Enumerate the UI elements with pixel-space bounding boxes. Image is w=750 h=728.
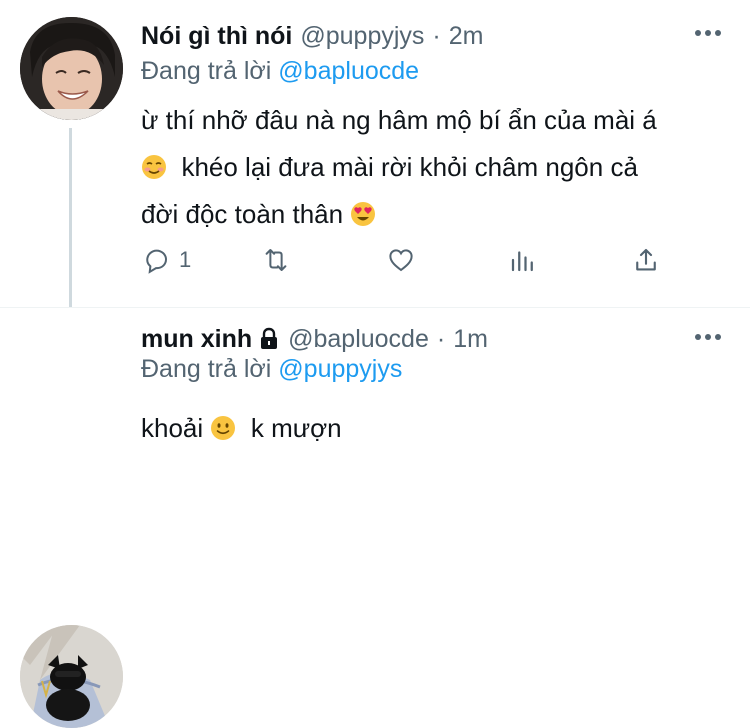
separator-dot: ·: [432, 21, 441, 50]
replying-to: Đang trả lời @bapluocde: [141, 57, 419, 86]
tweet-text: khoải k mượn: [141, 405, 721, 452]
tweet-puppyjys[interactable]: Nói gì thì nói @puppyjys · 2m Đang trả l…: [0, 0, 750, 307]
tweet-text-line-2-text: khéo lại đưa mài rời khỏi châm ngôn cả: [181, 152, 638, 182]
share-button[interactable]: [631, 245, 661, 275]
avatar[interactable]: [20, 625, 123, 728]
user-handle[interactable]: @puppyjys: [300, 22, 424, 51]
user-handle[interactable]: @bapluocde: [288, 325, 429, 354]
heart-eyes-emoji-icon: [351, 202, 376, 226]
like-button[interactable]: [386, 245, 416, 275]
avatar-photo: [20, 17, 123, 120]
like-icon: [389, 249, 413, 272]
retweet-icon: [265, 249, 287, 271]
smiling-face-emoji-icon: [142, 155, 166, 179]
replying-to-label: Đang trả lời: [141, 57, 272, 85]
tweet-header: mun xinh @bapluocde · 1m: [141, 323, 488, 355]
separator-dot: ·: [436, 324, 446, 353]
display-name[interactable]: mun xinh: [141, 325, 252, 354]
tweet-text: ừ thí nhỡ đâu nà ng hâm mộ bí ẩn của mài…: [141, 97, 721, 238]
tweet-text-line-1: ừ thí nhỡ đâu nà ng hâm mộ bí ẩn của mài…: [141, 105, 657, 135]
tweet-header: Nói gì thì nói @puppyjys · 2m: [141, 20, 483, 52]
replying-to: Đang trả lời @puppyjys: [141, 355, 402, 384]
mention-link[interactable]: @puppyjys: [278, 355, 402, 383]
timestamp[interactable]: 1m: [453, 325, 488, 354]
slight-smile-emoji-icon: [211, 416, 236, 440]
more-icon[interactable]: [694, 28, 722, 38]
retweet-button[interactable]: [261, 245, 291, 275]
avatar[interactable]: [20, 17, 123, 120]
display-name[interactable]: Nói gì thì nói: [141, 22, 292, 51]
reply-button[interactable]: 1: [141, 245, 191, 275]
reply-count: 1: [179, 247, 192, 272]
tweet-bapluocde[interactable]: mun xinh @bapluocde · 1m Đang trả lời @p…: [0, 308, 750, 728]
tweet-text-line-3-text: đời độc toàn thân: [141, 199, 344, 229]
tweet-actions: 1: [141, 245, 661, 289]
tweet-text-word-1: khoải: [141, 413, 204, 443]
reply-icon: [146, 249, 168, 274]
views-icon: [511, 251, 533, 272]
tweet-text-line-3: đời độc toàn thân: [141, 191, 721, 238]
lock-icon: [261, 327, 278, 349]
avatar-photo: [20, 625, 123, 728]
tweet-text-line-2: khéo lại đưa mài rời khỏi châm ngôn cả: [141, 144, 721, 191]
share-icon: [636, 248, 656, 271]
replying-to-label: Đang trả lời: [141, 355, 272, 383]
more-icon[interactable]: [694, 332, 722, 342]
tweet-text-line-1: khoải k mượn: [141, 405, 721, 452]
timestamp[interactable]: 2m: [449, 22, 484, 51]
mention-link[interactable]: @bapluocde: [278, 57, 419, 85]
views-button[interactable]: [508, 245, 538, 275]
tweet-text-word-2: k mượn: [250, 413, 342, 443]
